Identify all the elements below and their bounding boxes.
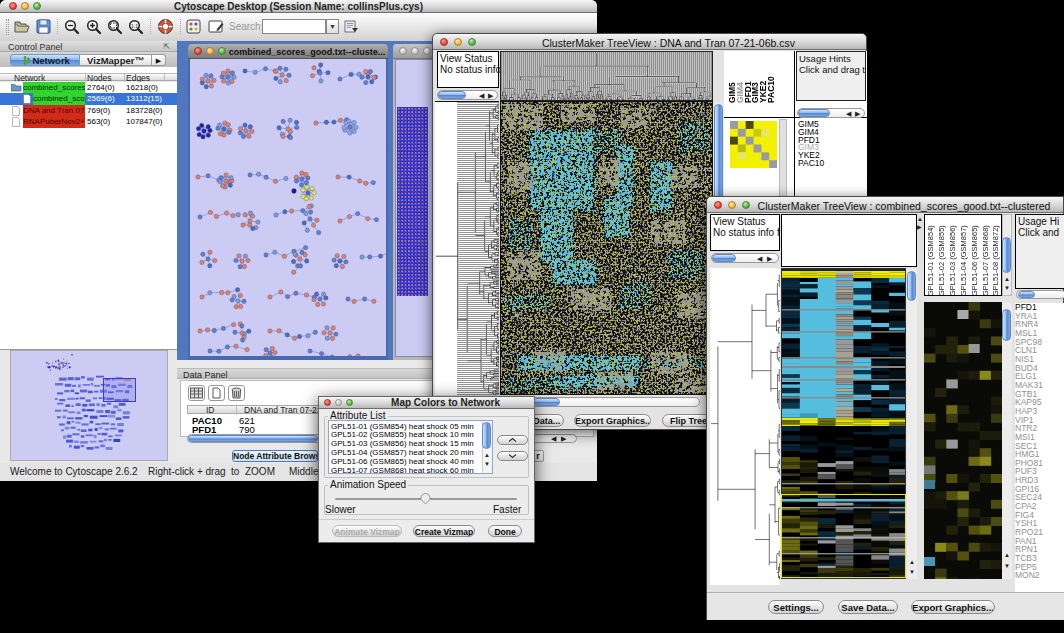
svg-text:1:1: 1:1	[131, 23, 138, 29]
